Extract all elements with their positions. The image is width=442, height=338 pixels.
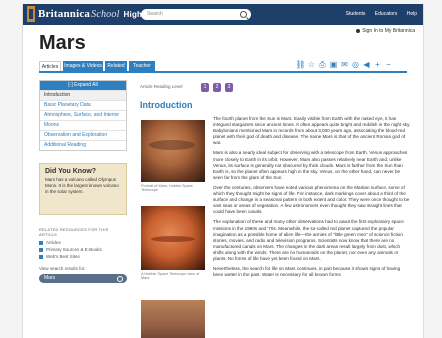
sidebar: [-] Expand All Introduction Basic Planet… xyxy=(39,80,127,283)
sign-in-label: Sign In to My Britannica xyxy=(362,28,415,34)
reading-level-1-button[interactable]: 1 xyxy=(201,83,209,92)
tab-teacher[interactable]: Teacher xyxy=(129,61,155,71)
print-icon[interactable]: ⎙ xyxy=(317,60,328,70)
view-search-label: View search results for: xyxy=(39,266,86,271)
did-you-know-text: Mars has a volcano called Olympus Mons. … xyxy=(45,177,119,194)
article-body: The fourth planet from the Sun is Mars. … xyxy=(213,116,411,282)
translate-icon[interactable]: ◎ xyxy=(350,60,361,69)
students-link[interactable]: Students xyxy=(346,11,366,17)
top-navigation-bar: BritannicaSchool High Search Students Edu… xyxy=(23,4,423,25)
paragraph: Nevertheless, the search for life on Mar… xyxy=(213,266,401,278)
toc-item-introduction[interactable]: Introduction xyxy=(40,90,126,100)
search-input[interactable]: Search xyxy=(141,9,251,20)
person-icon xyxy=(356,28,361,33)
brand-title[interactable]: BritannicaSchool High xyxy=(38,8,142,20)
audio-icon[interactable]: ◀ xyxy=(361,60,372,69)
table-of-contents: [-] Expand All Introduction Basic Planet… xyxy=(39,80,127,151)
image-caption: A Hubble Space Telescope view of Mars xyxy=(141,272,200,280)
mars-surface-image[interactable] xyxy=(141,300,205,338)
did-you-know-box: Did You Know? Mars has a volcano called … xyxy=(39,163,127,215)
view-search-results: View search results for: Mars xyxy=(39,266,127,283)
did-you-know-title: Did You Know? xyxy=(45,168,97,175)
paragraph: Over the centuries, observers have noted… xyxy=(213,184,410,215)
search-icon[interactable] xyxy=(240,11,247,18)
reading-level-3-button[interactable]: 3 xyxy=(225,83,233,92)
toc-item-moons[interactable]: Moons xyxy=(40,120,126,130)
britannica-logo-icon[interactable] xyxy=(27,6,35,22)
expand-all-button[interactable]: [-] Expand All xyxy=(40,81,126,90)
toc-item-atmosphere[interactable]: Atmosphere, Surface, and Interior xyxy=(40,110,126,120)
link-icon[interactable]: ⛓ xyxy=(295,60,306,69)
top-links: Students Educators Help xyxy=(338,11,417,17)
view-search-value: Mars xyxy=(44,275,56,281)
search-placeholder: Search xyxy=(147,11,163,17)
search-icon xyxy=(117,276,123,282)
brand-level: High xyxy=(123,10,143,19)
educators-link[interactable]: Educators xyxy=(375,11,398,17)
text-smaller-icon[interactable]: − xyxy=(383,60,394,69)
toc-item-observation[interactable]: Observation and Exploration xyxy=(40,130,126,140)
toc-item-additional-reading[interactable]: Additional Reading xyxy=(40,140,126,150)
email-icon[interactable]: ✉ xyxy=(339,60,350,69)
reading-level-label: Article Reading Level xyxy=(140,84,183,89)
paragraph: The fourth planet from the Sun is Mars. … xyxy=(213,116,411,146)
toc-item-basic-data[interactable]: Basic Planetary Data xyxy=(40,100,126,110)
related-articles-link[interactable]: Articles xyxy=(39,239,127,246)
help-link[interactable]: Help xyxy=(407,11,417,17)
view-search-dropdown[interactable]: Mars xyxy=(39,274,127,283)
image-caption: Portrait of Mars; Hubble Space Telescope xyxy=(141,184,193,192)
page: BritannicaSchool High Search Students Edu… xyxy=(0,0,442,338)
mars-image[interactable] xyxy=(141,120,205,182)
tab-articles[interactable]: Articles xyxy=(39,61,61,71)
related-websites-link[interactable]: Web's Best Sites xyxy=(39,253,127,260)
related-primary-sources-link[interactable]: Primary Sources & E-Books xyxy=(39,246,127,253)
browser-frame: BritannicaSchool High Search Students Edu… xyxy=(22,4,424,338)
brand-school: School xyxy=(91,9,120,20)
reading-level-2-button[interactable]: 2 xyxy=(213,83,221,92)
mars-image[interactable] xyxy=(141,206,205,270)
page-title: Mars xyxy=(39,32,86,54)
paragraph: The explanation of these and many other … xyxy=(213,219,404,261)
sign-in-link[interactable]: Sign In to My Britannica xyxy=(356,28,415,34)
section-title: Introduction xyxy=(140,100,193,110)
tab-images-videos[interactable]: Images & Videos xyxy=(63,61,103,71)
article-toolbar: ⛓ ☆ ⎙ ▣ ✉ ◎ ◀ + − xyxy=(295,60,394,70)
brand-name: Britannica xyxy=(38,8,91,20)
related-heading: RELATED RESOURCES FOR THIS ARTICLE xyxy=(39,227,109,237)
paragraph: Mars is also a nearly ideal subject for … xyxy=(213,150,408,180)
tab-related[interactable]: Related xyxy=(105,61,127,71)
text-larger-icon[interactable]: + xyxy=(372,60,383,69)
star-icon[interactable]: ☆ xyxy=(306,60,317,69)
save-icon[interactable]: ▣ xyxy=(328,60,339,69)
related-resources: RELATED RESOURCES FOR THIS ARTICLE Artic… xyxy=(39,227,127,260)
